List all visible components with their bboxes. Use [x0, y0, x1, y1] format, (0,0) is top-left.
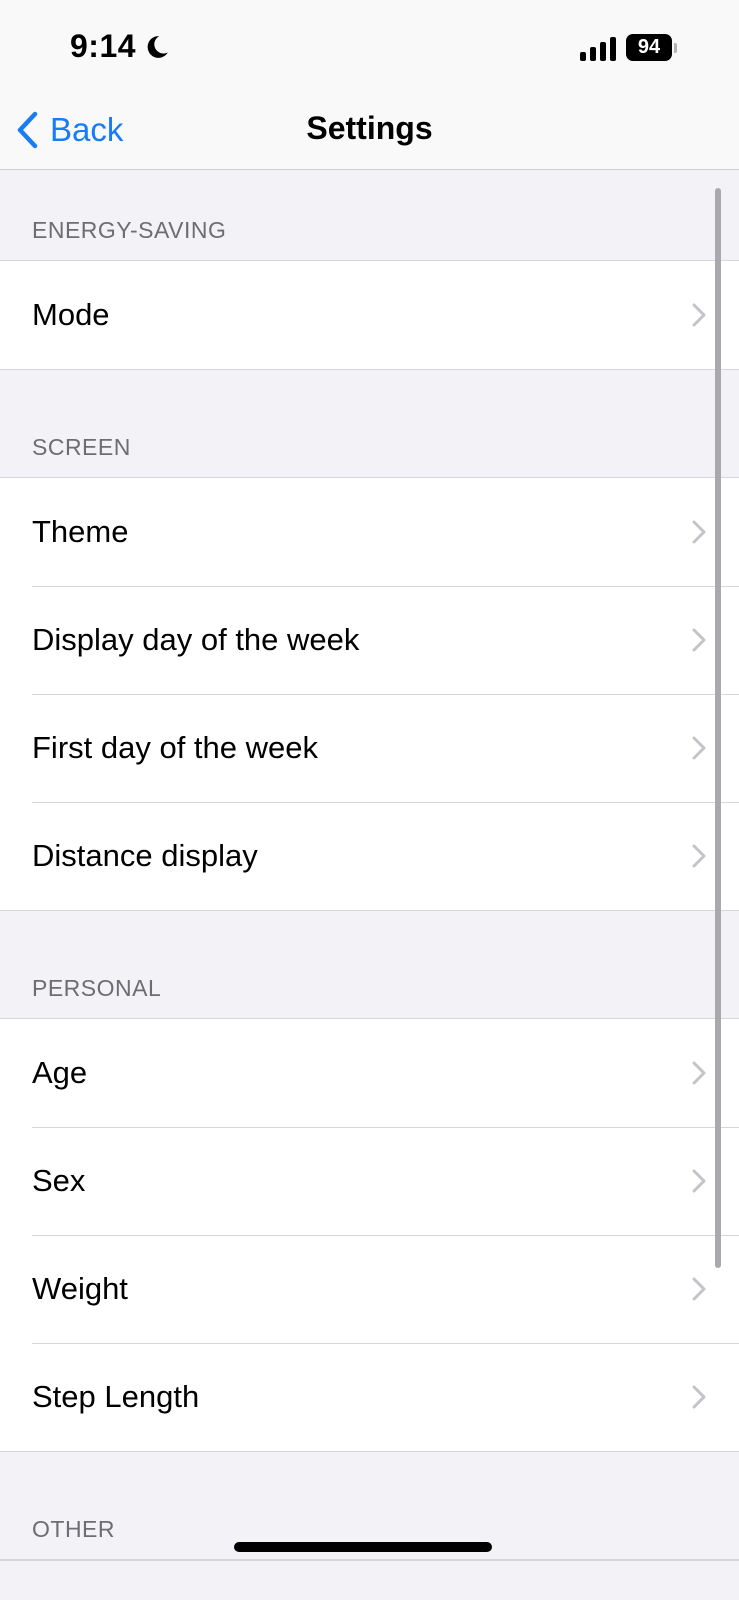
moon-icon [147, 35, 168, 58]
page-title: Settings [306, 110, 433, 146]
row-label: Mode [32, 297, 110, 332]
status-time-text: 9:14 [70, 28, 137, 64]
row-label: Distance display [32, 838, 258, 873]
section-header-personal: PERSONAL [32, 975, 162, 1001]
row-step-length[interactable]: Step Length [0, 1343, 739, 1451]
row-weight[interactable]: Weight [0, 1235, 739, 1343]
chevron-right-icon [692, 1385, 706, 1409]
row-mode[interactable]: Mode [0, 261, 739, 369]
row-label: Age [32, 1055, 88, 1090]
status-time: 9:14 [70, 28, 170, 65]
section-other [0, 1559, 739, 1561]
home-indicator[interactable] [234, 1542, 492, 1552]
signal-icon [580, 35, 616, 61]
chevron-right-icon [692, 1169, 706, 1193]
chevron-right-icon [692, 520, 706, 544]
settings-list: ENERGY-SAVING Mode SCREEN Theme Display … [0, 171, 739, 1561]
chevron-right-icon [692, 1061, 706, 1085]
settings-screen: 9:14 94 Back Settings ENERGY-SAVING Mode [0, 0, 739, 1600]
navigation-bar: Back Settings [0, 100, 739, 170]
row-label: First day of the week [32, 730, 319, 765]
scrollbar[interactable] [715, 188, 721, 1268]
section-personal: Age Sex Weight Step Length [0, 1018, 739, 1452]
row-label: Sex [32, 1163, 86, 1198]
section-energy-saving: Mode [0, 260, 739, 370]
chevron-right-icon [692, 1277, 706, 1301]
chevron-right-icon [692, 303, 706, 327]
row-label: Display day of the week [32, 622, 360, 657]
row-theme[interactable]: Theme [0, 478, 739, 586]
section-header-energy-saving: ENERGY-SAVING [32, 217, 227, 243]
row-label: Theme [32, 514, 129, 549]
chevron-right-icon [692, 628, 706, 652]
chevron-right-icon [692, 844, 706, 868]
battery-level: 94 [626, 34, 672, 61]
row-display-day-of-week[interactable]: Display day of the week [0, 586, 739, 694]
status-indicators: 94 [580, 34, 677, 61]
battery-icon: 94 [626, 34, 677, 61]
row-label: Weight [32, 1271, 128, 1306]
section-header-screen: SCREEN [32, 434, 131, 460]
row-label: Step Length [32, 1379, 200, 1414]
row-first-day-of-week[interactable]: First day of the week [0, 694, 739, 802]
row-distance-display[interactable]: Distance display [0, 802, 739, 910]
status-bar: 9:14 94 [0, 0, 739, 100]
row-age[interactable]: Age [0, 1019, 739, 1127]
row-sex[interactable]: Sex [0, 1127, 739, 1235]
section-screen: Theme Display day of the week First day … [0, 477, 739, 911]
chevron-right-icon [692, 736, 706, 760]
